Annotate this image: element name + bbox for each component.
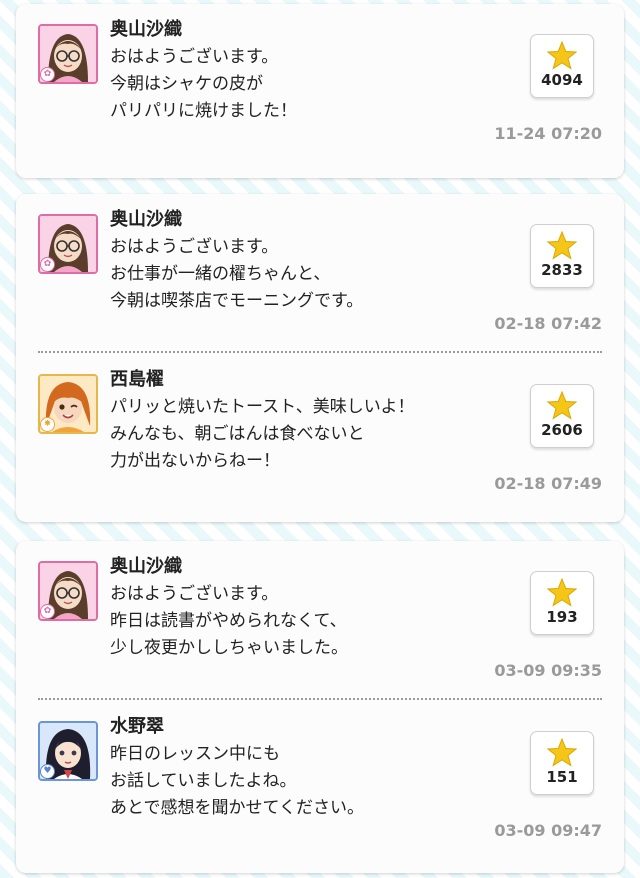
avatar-kai[interactable]: ✸	[38, 374, 98, 434]
post-timestamp: 02-18 07:49	[494, 474, 602, 493]
post-message: 昨日のレッスン中にも お話していましたよね。 あとで感想を聞かせてください。	[110, 741, 364, 822]
poster-name: 奥山沙織	[110, 19, 182, 40]
post-card: ✿ 奥山沙織 おはようございます。 昨日は読書がやめられなくて、 少し夜更かしし…	[16, 541, 624, 873]
message-line: みんなも、朝ごはんは食べないと	[110, 424, 365, 444]
cool-attribute-icon: ♥	[40, 764, 55, 779]
message-line: おはようございます。	[110, 584, 279, 604]
like-count: 151	[546, 768, 578, 786]
poster-name: 西島櫂	[110, 369, 164, 390]
message-line: あとで感想を聞かせてください。	[110, 798, 364, 818]
poster-name: 奥山沙織	[110, 556, 182, 577]
message-line: 少し夜更かししちゃいました。	[110, 638, 348, 658]
post-card: ✿ 奥山沙織 おはようございます。 お仕事が一緒の櫂ちゃんと、 今朝は喫茶店でモ…	[16, 194, 624, 522]
post: ✿ 奥山沙織 おはようございます。 お仕事が一緒の櫂ちゃんと、 今朝は喫茶店でモ…	[16, 194, 624, 347]
post: ✸ 西島櫂 パリッと焼いたトースト、美味しいよ！ みんなも、朝ごはんは食べないと…	[16, 354, 624, 507]
poster-name: 水野翠	[110, 716, 164, 737]
message-line: お仕事が一緒の櫂ちゃんと、	[110, 264, 331, 284]
star-icon	[547, 391, 577, 420]
message-line: 今朝はシャケの皮が	[110, 74, 263, 94]
star-icon	[547, 738, 577, 767]
poster-name: 奥山沙織	[110, 209, 182, 230]
message-line: お話していましたよね。	[110, 771, 297, 791]
message-line: おはようございます。	[110, 237, 279, 257]
like-count: 2606	[541, 421, 583, 439]
post-card: ✿ 奥山沙織 おはようございます。 今朝はシャケの皮が パリパリに焼けました！ …	[16, 4, 624, 178]
avatar-saori[interactable]: ✿	[38, 214, 98, 274]
post: ♥ 水野翠 昨日のレッスン中にも お話していましたよね。 あとで感想を聞かせてく…	[16, 701, 624, 854]
message-line: 昨日は読書がやめられなくて、	[110, 611, 347, 631]
like-count: 2833	[541, 261, 583, 279]
post: ✿ 奥山沙織 おはようございます。 今朝はシャケの皮が パリパリに焼けました！ …	[16, 4, 624, 157]
post-message: パリッと焼いたトースト、美味しいよ！ みんなも、朝ごはんは食べないと 力が出ない…	[110, 394, 414, 475]
cute-attribute-icon: ✿	[40, 257, 55, 272]
avatar-saori[interactable]: ✿	[38, 561, 98, 621]
message-line: パリパリに焼けました！	[110, 101, 297, 121]
like-button[interactable]: 2833	[530, 224, 594, 288]
message-line: パリッと焼いたトースト、美味しいよ！	[110, 397, 415, 417]
star-icon	[547, 578, 577, 607]
avatar-midori[interactable]: ♥	[38, 721, 98, 781]
post-divider	[38, 351, 602, 353]
post: ✿ 奥山沙織 おはようございます。 昨日は読書がやめられなくて、 少し夜更かしし…	[16, 541, 624, 694]
like-button[interactable]: 2606	[530, 384, 594, 448]
cute-attribute-icon: ✿	[40, 67, 55, 82]
like-button[interactable]: 4094	[530, 34, 594, 98]
avatar-saori[interactable]: ✿	[38, 24, 98, 84]
post-message: おはようございます。 昨日は読書がやめられなくて、 少し夜更かししちゃいました。	[110, 581, 348, 662]
like-count: 193	[546, 608, 578, 626]
cute-attribute-icon: ✿	[40, 604, 55, 619]
star-icon	[547, 231, 577, 260]
like-button[interactable]: 193	[530, 571, 594, 635]
passion-attribute-icon: ✸	[40, 417, 55, 432]
message-line: 昨日のレッスン中にも	[110, 744, 280, 764]
message-line: 力が出ないからねー！	[110, 451, 280, 471]
star-icon	[547, 41, 577, 70]
like-count: 4094	[541, 71, 583, 89]
post-timestamp: 03-09 09:47	[494, 821, 602, 840]
post-message: おはようございます。 お仕事が一緒の櫂ちゃんと、 今朝は喫茶店でモーニングです。	[110, 234, 363, 315]
post-message: おはようございます。 今朝はシャケの皮が パリパリに焼けました！	[110, 44, 297, 125]
post-timestamp: 11-24 07:20	[494, 124, 602, 143]
post-timestamp: 02-18 07:42	[494, 314, 602, 333]
message-line: おはようございます。	[110, 47, 279, 67]
message-line: 今朝は喫茶店でモーニングです。	[110, 291, 364, 311]
post-timestamp: 03-09 09:35	[494, 661, 602, 680]
like-button[interactable]: 151	[530, 731, 594, 795]
post-divider	[38, 698, 602, 700]
